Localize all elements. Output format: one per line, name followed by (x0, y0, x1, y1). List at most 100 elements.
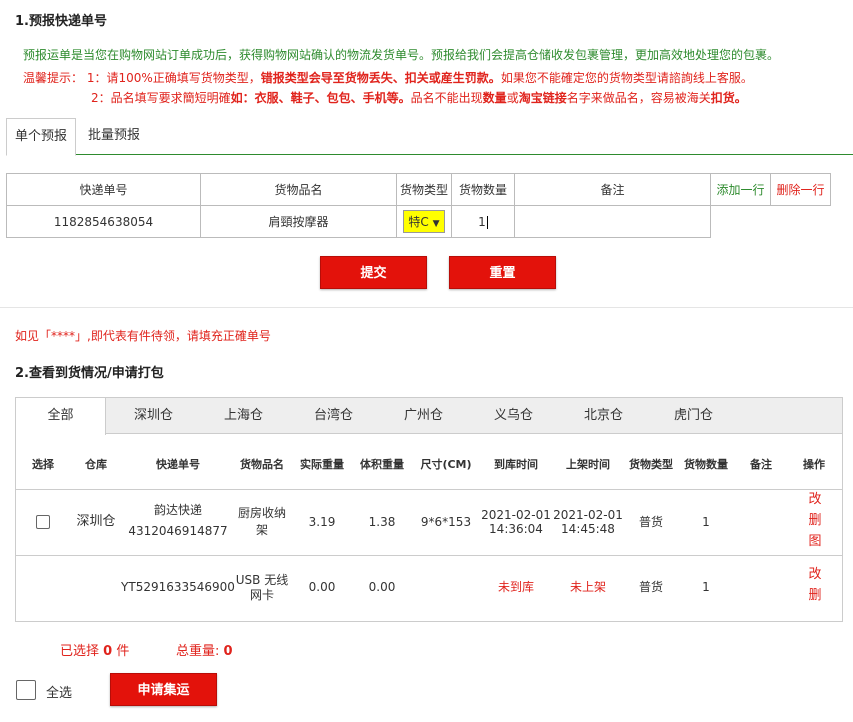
select-all-checkbox[interactable] (16, 680, 36, 700)
tab-yiwu[interactable]: 义乌仓 (476, 398, 551, 434)
col-actual-weight: 实际重量 (300, 458, 344, 471)
section-divider (0, 307, 853, 308)
row-type: 普货 (638, 515, 663, 529)
col-arrive-time: 到库时间 (494, 458, 538, 471)
row-qty: 1 (702, 580, 710, 594)
row-actual-weight: 0.00 (308, 580, 336, 594)
row-checkbox[interactable] (36, 515, 50, 529)
row-qty: 1 (702, 515, 710, 529)
row-tracking: 4312046914877 (128, 524, 228, 538)
tip1-suffix: 如果您不能確定您的货物类型请諮詢线上客服。 (500, 71, 753, 85)
unclaimed-notice: 如见「****」,即代表有件待领，请填充正確单号 (15, 329, 271, 343)
selected-label: 已选择 (60, 644, 100, 659)
header-tracking: 快递单号 (6, 173, 201, 206)
row-name-line2: 网卡 (249, 588, 274, 602)
qty-value: 1 (478, 214, 486, 229)
edit-link[interactable]: 改 (806, 489, 824, 510)
col-qty: 货物数量 (684, 458, 728, 471)
col-type: 货物类型 (629, 458, 673, 471)
remark-input[interactable] (514, 205, 711, 238)
intro-text: 预报运单是当您在购物网站订单成功后，获得购物网站确认的物流发货单号。预报给我们会… (23, 48, 780, 62)
tip2-bold3: 淘宝链接 (518, 91, 567, 105)
section2-title: 2.查看到货情况/申请打包 (15, 366, 164, 381)
col-shelf-time: 上架时间 (566, 458, 610, 471)
tip-line-2: 2：品名填写要求簡短明確如：衣服、鞋子、包包、手机等。品名不能出现数量或淘宝链接… (91, 89, 747, 106)
row-shelf-status: 未上架 (569, 580, 606, 594)
apply-pack-button[interactable]: 申请集运 (110, 673, 217, 706)
tab-shanghai[interactable]: 上海仓 (206, 398, 281, 434)
tab-single[interactable]: 单个预报 (6, 118, 76, 156)
row-name-line1: 厨房收纳 (237, 506, 286, 520)
warehouse-tabs: 全部 深圳仓 上海仓 台湾仓 广州仓 义乌仓 北京仓 虎门仓 (16, 398, 842, 435)
row-actual-weight: 3.19 (308, 515, 336, 529)
select-all-label[interactable]: 全选 (46, 682, 72, 701)
row-divider (16, 489, 842, 490)
selected-summary: 已选择 0 件 (60, 640, 129, 659)
type-select-cell: 特C ▼ (396, 205, 452, 238)
selected-count: 0 (103, 644, 113, 659)
col-volume-weight: 体积重量 (360, 458, 404, 471)
tip2-mid2: 或 (506, 91, 519, 105)
name-input[interactable]: 肩頸按摩器 (200, 205, 397, 238)
tab-shenzhen[interactable]: 深圳仓 (116, 398, 191, 434)
col-action: 操作 (803, 458, 825, 471)
tip2-bold: 如：衣服、鞋子、包包、手机等。 (230, 91, 411, 105)
selected-unit: 件 (116, 644, 130, 659)
tip-line-1: 温馨提示： 1：请100%正确填写货物类型，错报类型会导至货物丢失、扣关或産生罚… (23, 69, 753, 86)
row-arrive-time: 14:36:04 (489, 522, 543, 536)
col-tracking: 快递单号 (156, 458, 200, 471)
tab-taiwan[interactable]: 台湾仓 (296, 398, 371, 434)
row-carrier: 韵达快递 (153, 503, 202, 517)
header-remark: 备注 (514, 173, 711, 206)
row-name-line2: 架 (255, 523, 268, 537)
row-shelf-time: 14:45:48 (561, 522, 615, 536)
type-select[interactable]: 特C ▼ (403, 210, 445, 233)
col-name: 货物品名 (240, 458, 284, 471)
tab-humen[interactable]: 虎门仓 (656, 398, 731, 434)
tip1-bold: 错报类型会导至货物丢失、扣关或産生罚款。 (260, 71, 501, 85)
row-type: 普货 (638, 580, 663, 594)
tip2-prefix: 2：品名填写要求簡短明確 (91, 91, 231, 105)
reset-button[interactable]: 重置 (449, 256, 556, 289)
total-weight-summary: 总重量: 0 (176, 640, 233, 659)
header-name: 货物品名 (200, 173, 397, 206)
prereport-tabs: 单个预报 批量预报 (6, 118, 853, 156)
col-select: 选择 (32, 458, 54, 471)
row-warehouse: 深圳仓 (76, 514, 116, 529)
tip2-bold4: 扣货。 (710, 91, 747, 105)
qty-input[interactable]: 1 (451, 205, 515, 238)
delete-link[interactable]: 删 (806, 585, 824, 606)
tab-all[interactable]: 全部 (16, 398, 106, 435)
row-size: 9*6*153 (420, 515, 472, 529)
col-size: 尺寸(CM) (420, 458, 472, 471)
header-qty: 货物数量 (451, 173, 515, 206)
prereport-table: 快递单号 货物品名 货物类型 货物数量 备注 添加一行 删除一行 1182854… (6, 173, 831, 238)
tip1-prefix: 1：请100%正确填写货物类型， (86, 71, 261, 85)
tip2-mid: 品名不能出现 (410, 91, 483, 105)
edit-link[interactable]: 改 (806, 564, 824, 585)
row-name-line1: USB 无线 (235, 573, 289, 587)
row-volume-weight: 0.00 (368, 580, 396, 594)
total-weight-value: 0 (223, 644, 233, 659)
col-remark: 备注 (750, 458, 772, 471)
tip-label: 温馨提示： (23, 71, 84, 85)
image-link[interactable]: 图 (806, 531, 824, 552)
section1-title: 1.预报快递单号 (15, 14, 107, 29)
tracking-input[interactable]: 1182854638054 (6, 205, 201, 238)
add-row-link[interactable]: 添加一行 (710, 173, 771, 206)
tab-batch[interactable]: 批量预报 (78, 118, 150, 155)
header-type: 货物类型 (396, 173, 452, 206)
row-arrive-status: 未到库 (497, 580, 534, 594)
text-cursor (486, 215, 488, 229)
tab-guangzhou[interactable]: 广州仓 (386, 398, 461, 434)
tab-beijing[interactable]: 北京仓 (566, 398, 641, 434)
delete-row-link[interactable]: 删除一行 (770, 173, 831, 206)
tip2-mid3: 名字来做品名，容易被海关 (566, 91, 711, 105)
delete-link[interactable]: 删 (806, 510, 824, 531)
tip2-bold2: 数量 (482, 91, 507, 105)
col-warehouse: 仓库 (85, 458, 107, 471)
arrival-panel: 全部 深圳仓 上海仓 台湾仓 广州仓 义乌仓 北京仓 虎门仓 选择 仓库 快递单… (15, 397, 843, 622)
type-select-value: 特C (408, 215, 429, 229)
total-weight-label: 总重量: (176, 644, 220, 659)
submit-button[interactable]: 提交 (320, 256, 427, 289)
